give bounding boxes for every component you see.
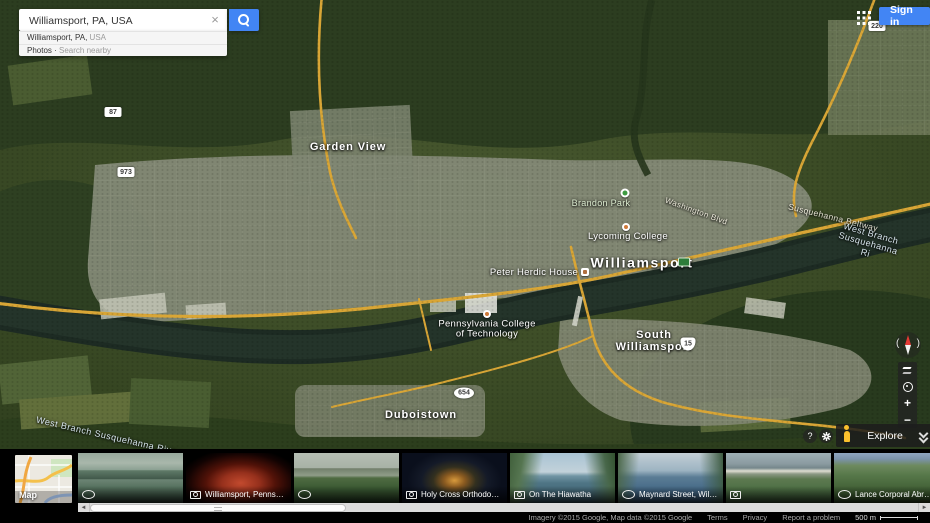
map-marker: [678, 258, 690, 267]
route-shield: 973: [118, 167, 135, 177]
footer-link[interactable]: Privacy: [743, 513, 768, 522]
scale-bar: [880, 516, 918, 520]
footer-link[interactable]: Terms: [707, 513, 727, 522]
footer-bar: Imagery ©2015 Google, Map data ©2015 Goo…: [0, 512, 930, 523]
search-button[interactable]: [229, 9, 259, 31]
footer-links: Terms Privacy Report a problem: [707, 513, 840, 522]
photo-tile-label: Lance Corporal Abram Howard: [855, 490, 930, 499]
photo-tile[interactable]: Williamsport, Pennsylvania's ne...: [186, 453, 291, 503]
camera-icon: [514, 491, 525, 499]
photo-tile[interactable]: Maynard Street, Williamsport, PA: [618, 453, 723, 503]
search-suggestion-item[interactable]: Photos · Search nearby: [19, 44, 227, 57]
zoom-in-button[interactable]: +: [898, 395, 917, 411]
camera-icon: [406, 491, 417, 499]
photo-tile-caption: Holy Cross Orthodox Church: [402, 486, 507, 503]
tilt-view-button[interactable]: [898, 362, 917, 378]
photo-tile[interactable]: On The Hiawatha: [510, 453, 615, 503]
settings-button[interactable]: [819, 429, 833, 443]
help-button[interactable]: ?: [803, 429, 817, 443]
photo-tile-caption: [78, 486, 183, 503]
google-maps-app: Garden ViewBrandon ParkWashington BlvdLy…: [0, 0, 930, 523]
map-marker: [622, 223, 630, 231]
map-marker: [621, 189, 630, 198]
photo-tile-caption: [726, 486, 831, 503]
photo-tile[interactable]: Lance Corporal Abram Howard: [834, 453, 930, 503]
scroll-right-arrow[interactable]: ►: [918, 503, 930, 512]
photo-tile-caption: [294, 486, 399, 503]
photo-tile[interactable]: [294, 453, 399, 503]
strip-scrollbar[interactable]: ◄ ►: [78, 503, 930, 512]
map-mode-tile[interactable]: Map: [15, 455, 72, 503]
scale-label: 500 m: [855, 513, 876, 522]
my-location-button[interactable]: [898, 379, 917, 395]
photo-tile-label: Williamsport, Pennsylvania's ne...: [205, 490, 287, 499]
clear-search-icon[interactable]: ×: [208, 12, 222, 28]
scroll-left-arrow[interactable]: ◄: [78, 503, 90, 512]
expand-strip-chevron-icon[interactable]: [919, 431, 928, 441]
gear-icon: [822, 432, 831, 441]
compass-control[interactable]: [895, 332, 921, 358]
my-location-icon: [903, 382, 913, 392]
camera-icon: [190, 491, 201, 499]
explore-bar[interactable]: Explore: [836, 424, 930, 447]
suggestion-main-text: Photos ·: [27, 46, 57, 55]
search-icon: [238, 14, 249, 25]
photo-tile-caption: Lance Corporal Abram Howard: [834, 486, 930, 503]
map-marker: [581, 268, 589, 276]
search-suggestions: Williamsport, PA, USA Photos · Search ne…: [19, 31, 227, 56]
suggestion-secondary-text: Search nearby: [57, 46, 111, 55]
photo-tile[interactable]: Holy Cross Orthodox Church: [402, 453, 507, 503]
photo-tile[interactable]: [78, 453, 183, 503]
sign-in-button[interactable]: Sign in: [879, 7, 930, 25]
photosphere-icon: [838, 490, 851, 499]
google-apps-grid-icon[interactable]: [857, 11, 871, 25]
photosphere-icon: [298, 490, 311, 499]
photo-tile-caption: On The Hiawatha: [510, 486, 615, 503]
explore-label: Explore: [857, 430, 913, 442]
footer-link[interactable]: Report a problem: [782, 513, 840, 522]
search-suggestion-item[interactable]: Williamsport, PA, USA: [19, 31, 227, 44]
photo-tile-label: Holy Cross Orthodox Church: [421, 490, 503, 499]
tilt-icon: [903, 367, 912, 374]
photosphere-icon: [622, 490, 635, 499]
photo-tile[interactable]: [726, 453, 831, 503]
photo-tile-caption: Williamsport, Pennsylvania's ne...: [186, 486, 291, 503]
photo-tile-label: Maynard Street, Williamsport, PA: [639, 490, 719, 499]
camera-icon: [730, 491, 741, 499]
scrollbar-thumb[interactable]: [90, 504, 346, 512]
map-mode-label: Map: [19, 490, 37, 500]
map-control-panel: + −: [898, 362, 917, 428]
compass-north-needle: [905, 335, 911, 345]
photo-tile-caption: Maynard Street, Williamsport, PA: [618, 486, 723, 503]
map-credits: Imagery ©2015 Google, Map data ©2015 Goo…: [529, 513, 693, 522]
map-scale: 500 m: [855, 513, 918, 522]
route-shield: 87: [105, 107, 122, 117]
search-input[interactable]: [27, 10, 209, 32]
suggestion-secondary-text: USA: [87, 33, 106, 42]
route-shield: 654: [454, 388, 474, 399]
pegman-icon[interactable]: [842, 425, 851, 442]
photo-tile-label: On The Hiawatha: [529, 490, 591, 499]
search-box: ×: [19, 9, 227, 31]
map-marker: [483, 310, 491, 318]
suggestion-main-text: Williamsport, PA,: [27, 33, 87, 42]
photosphere-icon: [82, 490, 95, 499]
compass-south-needle: [905, 345, 911, 355]
map-canvas[interactable]: Garden ViewBrandon ParkWashington BlvdLy…: [0, 0, 930, 455]
